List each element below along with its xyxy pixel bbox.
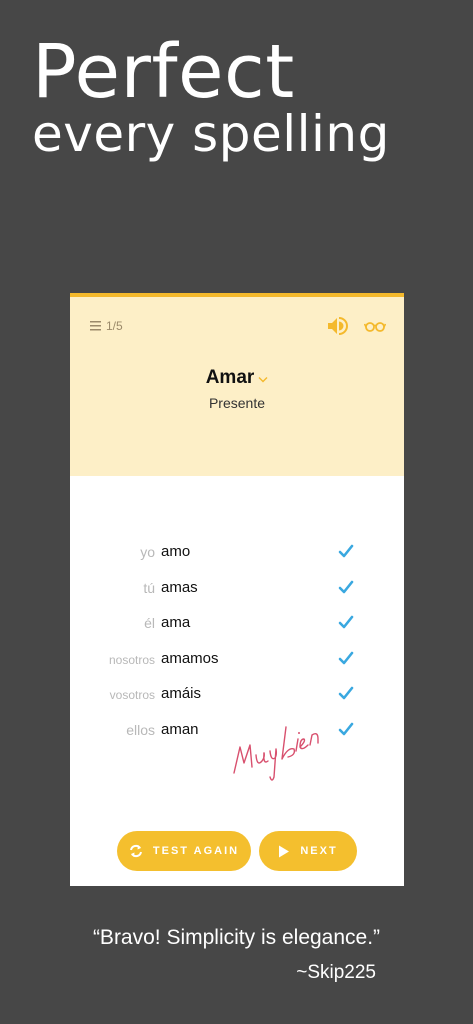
verb-form: aman	[161, 721, 199, 738]
menu-icon	[90, 321, 101, 331]
headline-line-2: every spelling	[32, 105, 390, 163]
conjugation-card: 1/5 Amar Presente yo amo tú amas él ama …	[70, 293, 404, 886]
chevron-down-icon	[258, 376, 268, 382]
pronoun-label: vosotros	[109, 688, 155, 702]
progress-counter: 1/5	[106, 319, 123, 333]
verb-form: amas	[161, 579, 198, 596]
check-icon	[338, 615, 354, 629]
conjugation-row: tú amas	[70, 577, 404, 601]
headline: Perfect every spelling	[32, 30, 390, 162]
test-again-label: TEST AGAIN	[152, 845, 240, 857]
refresh-icon	[129, 844, 142, 858]
verb-form: amo	[161, 543, 191, 560]
conjugation-row: nosotros amamos	[70, 648, 404, 672]
check-icon	[338, 544, 354, 558]
check-icon	[338, 722, 354, 736]
speaker-button[interactable]	[326, 315, 348, 337]
pronoun-label: él	[144, 615, 155, 631]
verb-form: ama	[161, 614, 191, 631]
play-icon	[279, 845, 290, 857]
check-icon	[338, 686, 354, 700]
verb-form: amamos	[161, 650, 219, 667]
speaker-icon	[328, 317, 348, 335]
menu-button[interactable]: 1/5	[90, 319, 123, 333]
muy-bien-signature	[233, 726, 319, 781]
pronoun-label: nosotros	[108, 653, 155, 667]
card-header: 1/5 Amar Presente	[70, 293, 404, 476]
glasses-icon	[363, 322, 387, 332]
verb-selector[interactable]: Amar	[206, 367, 269, 389]
testimonial-quote: “Bravo! Simplicity is elegance.”	[92, 926, 381, 949]
conjugation-row: yo amo	[70, 541, 404, 565]
tense-label: Presente	[208, 395, 266, 411]
pronoun-label: ellos	[126, 722, 155, 738]
verb-form: amáis	[161, 685, 202, 702]
verb-title: Amar	[205, 367, 255, 388]
testimonial-author: ~Skip225	[296, 962, 376, 983]
headline-line-1: Perfect	[32, 29, 295, 115]
check-icon	[338, 580, 354, 594]
verb-heading: Amar Presente	[70, 367, 404, 411]
test-again-button[interactable]: TEST AGAIN	[117, 831, 251, 871]
pronoun-label: tú	[143, 580, 155, 596]
next-button[interactable]: NEXT	[259, 831, 357, 871]
conjugation-row: vosotros amáis	[70, 683, 404, 707]
check-icon	[338, 651, 354, 665]
glasses-button[interactable]	[363, 315, 387, 337]
pronoun-label: yo	[140, 544, 155, 560]
next-label: NEXT	[300, 845, 338, 857]
conjugation-row: él ama	[70, 612, 404, 636]
